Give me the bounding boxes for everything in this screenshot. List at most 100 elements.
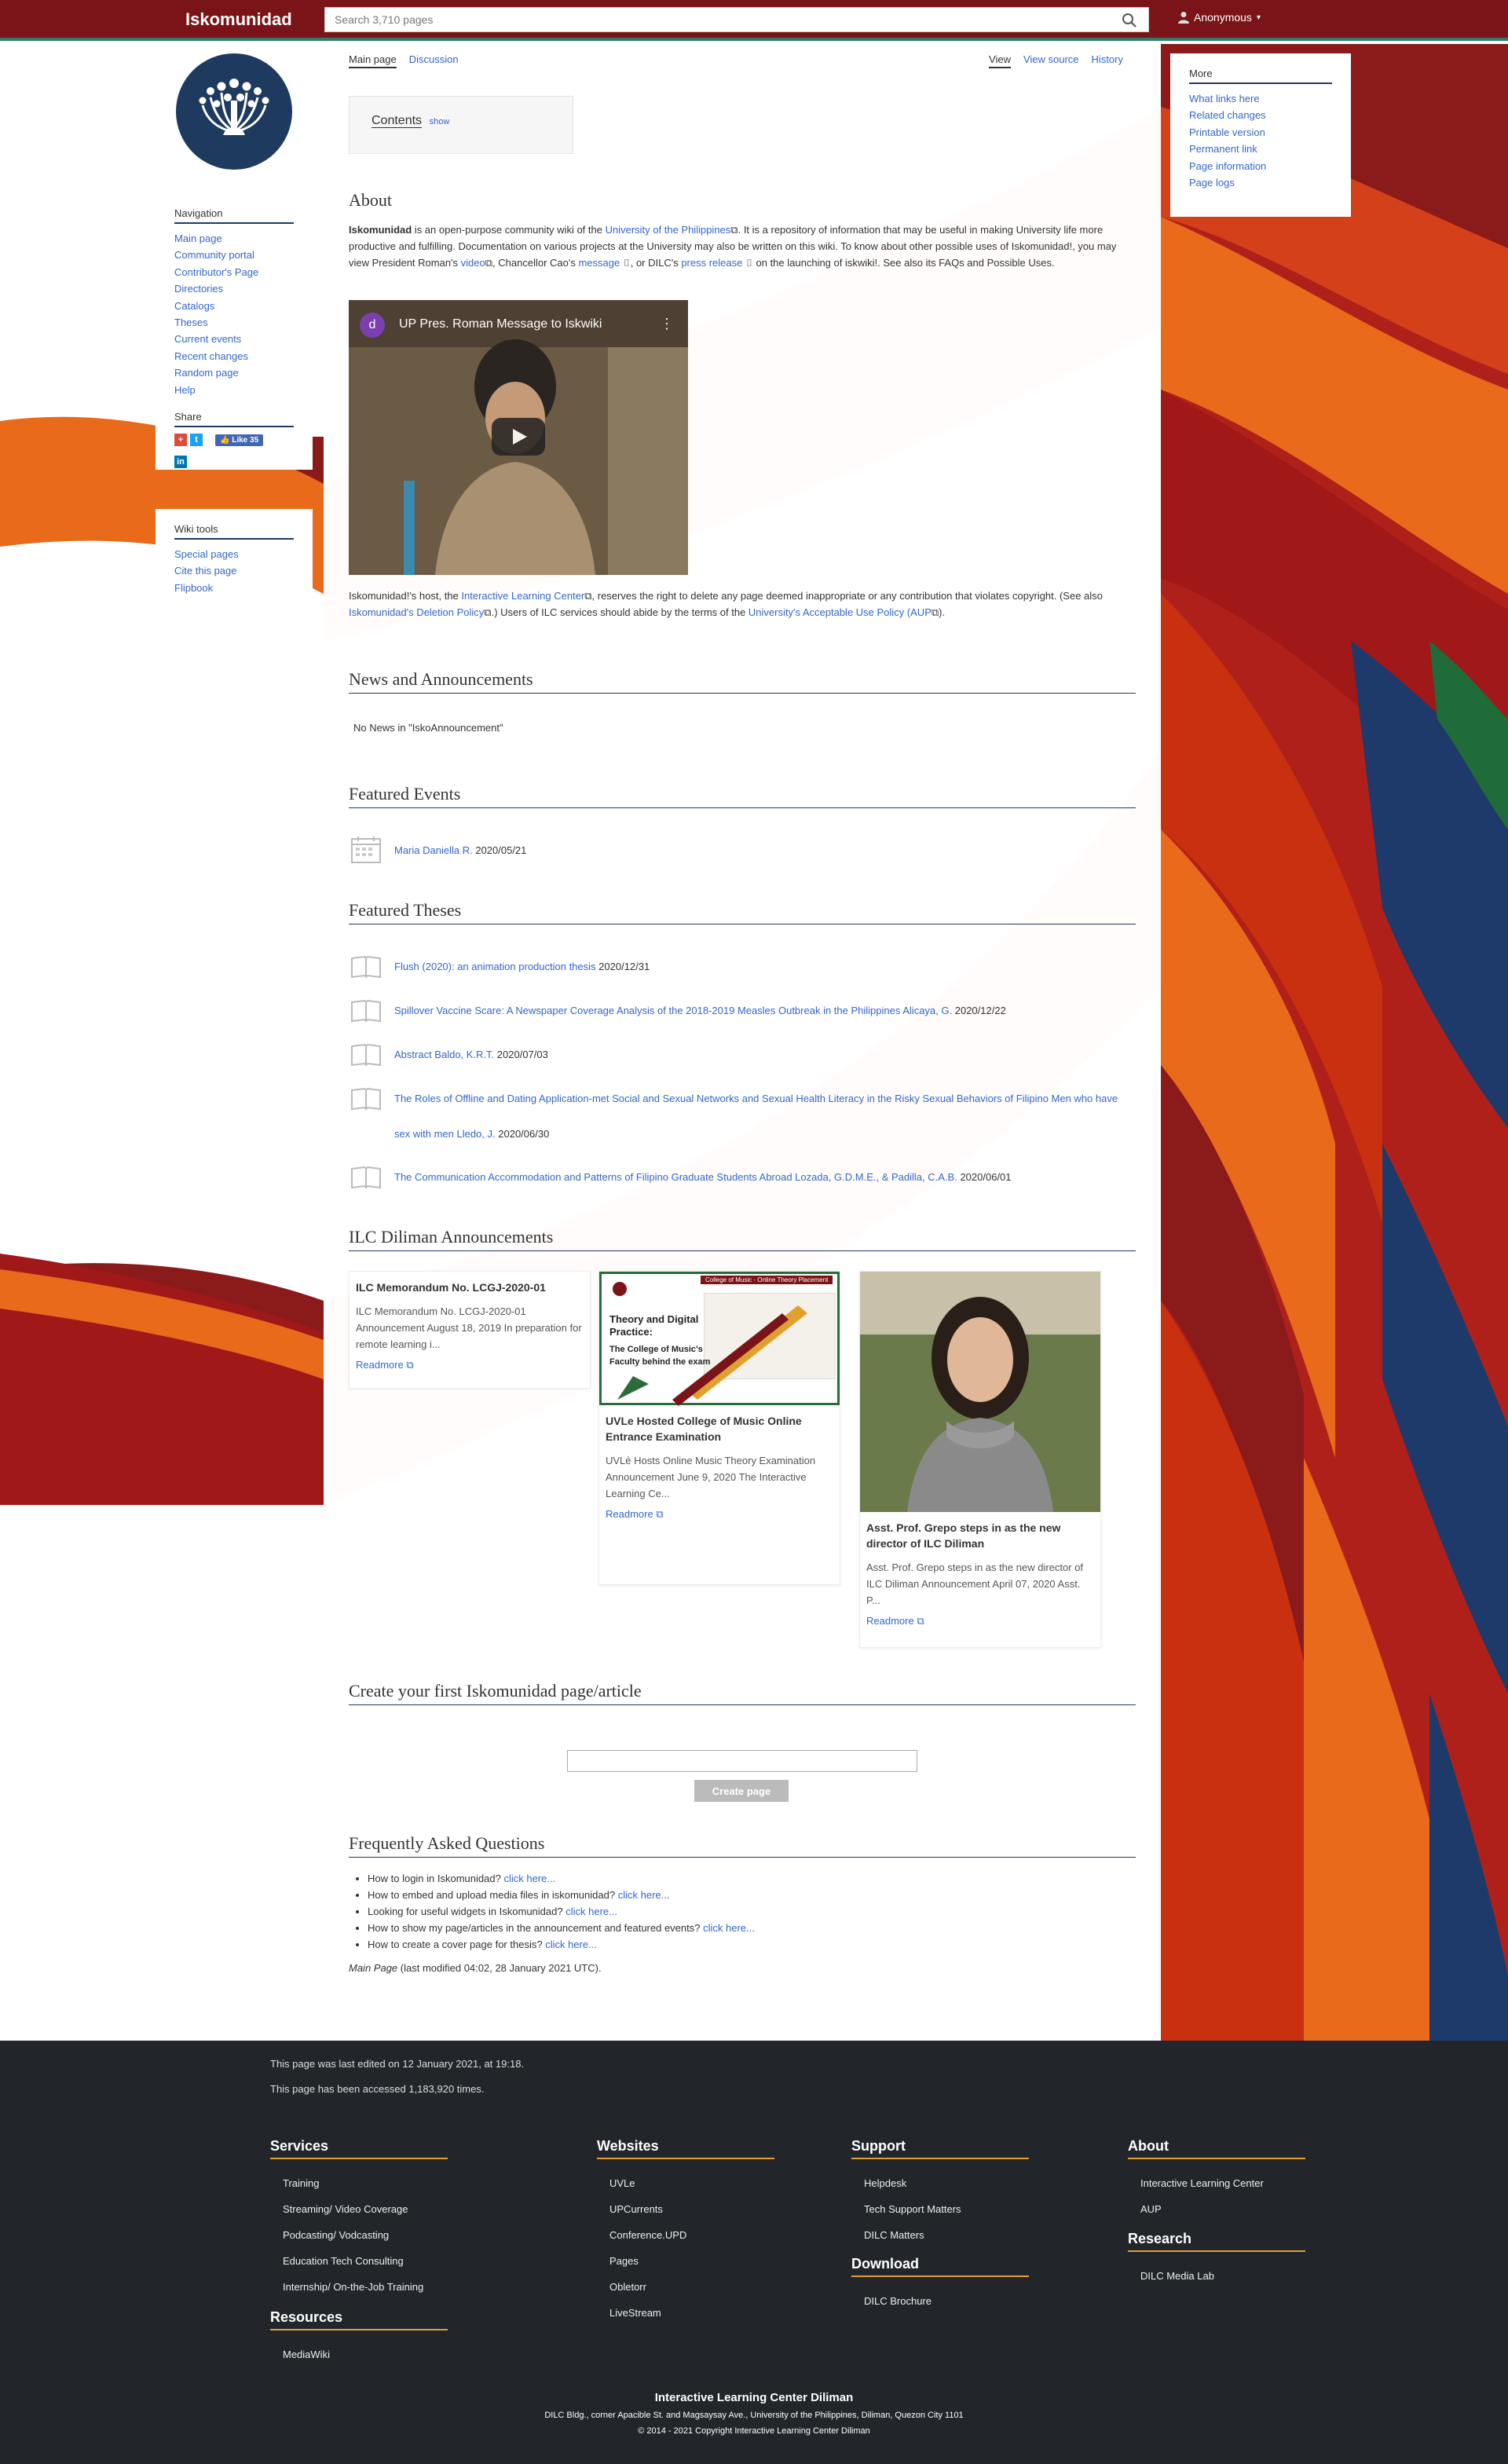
more-permanent-link[interactable]: Permanent link <box>1189 143 1257 155</box>
nav-item-catalogs[interactable]: Catalogs <box>174 300 214 312</box>
nav-item-contributors-page[interactable]: Contributor's Page <box>174 266 258 278</box>
footer-link[interactable]: AUP <box>1140 2196 1305 2222</box>
google-plus-icon[interactable]: + <box>174 434 187 447</box>
tool-special-pages[interactable]: Special pages <box>174 548 239 560</box>
nav-item-directories[interactable]: Directories <box>174 283 223 295</box>
video-player[interactable]: d UP Pres. Roman Message to Iskwiki ⋮ <box>349 300 688 575</box>
facebook-like-button[interactable]: 👍 Like 35 <box>215 434 264 446</box>
footer-link[interactable]: DILC Media Lab <box>1140 2263 1305 2289</box>
link-university-of-the-philippines[interactable]: University of the Philippines <box>606 224 731 236</box>
announcement-image[interactable]: College of Music · Online Theory Placeme… <box>599 1272 840 1406</box>
thesis-title[interactable]: Flush (2020): an animation production th… <box>394 961 596 972</box>
tab-history[interactable]: History <box>1092 53 1123 68</box>
footer-link[interactable]: Podcasting/ Vodcasting <box>283 2222 448 2248</box>
tab-discussion[interactable]: Discussion <box>409 53 459 68</box>
readmore-link[interactable]: Readmore ⧉ <box>606 1508 833 1521</box>
tab-view-source[interactable]: View source <box>1023 53 1079 68</box>
announcement-title[interactable]: UVLe Hosted College of Music Online Entr… <box>606 1413 833 1444</box>
external-link-icon: ⧉ <box>484 606 492 618</box>
top-bar: Iskomunidad Anonymous ▾ <box>0 0 1508 41</box>
twitter-icon[interactable]: t <box>190 434 203 447</box>
more-page-information[interactable]: Page information <box>1189 160 1266 172</box>
search-icon[interactable] <box>1122 13 1137 28</box>
nav-item-theses[interactable]: Theses <box>174 317 208 328</box>
last-modified-text: (last modified 04:02, 28 January 2021 UT… <box>397 1962 602 1974</box>
footer-link[interactable]: Interactive Learning Center <box>1140 2170 1305 2196</box>
footer-link[interactable]: Conference.UPD <box>609 2222 774 2248</box>
link-interactive-learning-center[interactable]: Interactive Learning Center <box>461 590 584 602</box>
link-message[interactable]: message <box>578 257 620 269</box>
faq-link[interactable]: click here... <box>503 1873 555 1884</box>
site-title[interactable]: Iskomunidad <box>185 9 292 30</box>
more-related-changes[interactable]: Related changes <box>1189 109 1266 121</box>
thesis-title[interactable]: Spillover Vaccine Scare: A Newspaper Cov… <box>394 1005 952 1016</box>
readmore-link[interactable]: Readmore ⧉ <box>356 1359 584 1371</box>
thesis-title[interactable]: The Communication Accommodation and Patt… <box>394 1171 957 1183</box>
about-text-5: on the launching of iskwiki!. See also i… <box>752 257 1055 269</box>
announcement-title[interactable]: ILC Memorandum No. LCGJ-2020-01 <box>356 1280 584 1295</box>
create-page-input[interactable] <box>567 1750 917 1772</box>
footer-link[interactable]: DILC Matters <box>864 2222 1029 2248</box>
announcement-title[interactable]: Asst. Prof. Grepo steps in as the new di… <box>866 1520 1094 1551</box>
link-video[interactable]: video <box>461 257 485 269</box>
channel-avatar[interactable]: d <box>360 313 385 338</box>
user-menu[interactable]: Anonymous ▾ <box>1178 11 1261 24</box>
footer-link[interactable]: Training <box>283 2170 448 2196</box>
footer-link[interactable]: Tech Support Matters <box>864 2196 1029 2222</box>
more-heading: More <box>1189 68 1332 84</box>
site-logo[interactable] <box>176 53 292 170</box>
image-headline-line: The College of Music's <box>609 1345 703 1354</box>
thesis-title[interactable]: Abstract Baldo, K.R.T. <box>394 1049 494 1060</box>
thesis-item: Spillover Vaccine Scare: A Newspaper Cov… <box>349 993 1136 1028</box>
faq-link[interactable]: click here... <box>703 1922 755 1934</box>
toc-show-toggle[interactable]: show <box>430 117 450 126</box>
tab-main-page[interactable]: Main page <box>349 53 397 68</box>
more-page-logs[interactable]: Page logs <box>1189 177 1235 189</box>
nav-item-main-page[interactable]: Main page <box>174 232 222 244</box>
nav-item-current-events[interactable]: Current events <box>174 333 241 345</box>
footer-link[interactable]: MediaWiki <box>283 2341 448 2367</box>
tab-view[interactable]: View <box>989 53 1011 68</box>
play-button[interactable] <box>492 418 545 456</box>
link-press-release[interactable]: press release <box>681 257 742 269</box>
faq-link[interactable]: click here... <box>566 1906 617 1917</box>
nav-item-help[interactable]: Help <box>174 384 196 396</box>
link-acceptable-use-policy[interactable]: University's Acceptable Use Policy (AUP <box>749 606 932 618</box>
footer-link[interactable]: Education Tech Consulting <box>283 2248 448 2274</box>
footer-link[interactable]: Internship/ On-the-Job Training <box>283 2274 448 2300</box>
footer-link[interactable]: Streaming/ Video Coverage <box>283 2196 448 2222</box>
faq-item: How to embed and upload media files in i… <box>368 1887 1136 1903</box>
nav-item-random-page[interactable]: Random page <box>174 367 239 379</box>
chevron-down-icon: ▾ <box>1256 13 1261 22</box>
faq-item: Looking for useful widgets in Iskomunida… <box>368 1903 1136 1920</box>
like-count: Like 35 <box>232 435 259 445</box>
footer-link[interactable]: Pages <box>609 2248 774 2274</box>
tool-flipbook[interactable]: Flipbook <box>174 582 213 594</box>
announcement-photo[interactable] <box>860 1272 1100 1512</box>
footer-link[interactable]: UPCurrents <box>609 2196 774 2222</box>
video-title[interactable]: UP Pres. Roman Message to Iskwiki <box>399 317 602 331</box>
thesis-item: The Roles of Offline and Dating Applicat… <box>349 1081 1136 1151</box>
search-input[interactable] <box>335 8 1104 31</box>
footer-link[interactable]: DILC Brochure <box>864 2288 1029 2314</box>
nav-item-community-portal[interactable]: Community portal <box>174 249 254 261</box>
link-deletion-policy[interactable]: Iskomunidad's Deletion Policy <box>349 606 484 618</box>
faq-link[interactable]: click here... <box>545 1939 597 1950</box>
about-site-name: Iskomunidad <box>349 224 412 236</box>
event-title[interactable]: Maria Daniella R. <box>394 844 473 856</box>
more-printable-version[interactable]: Printable version <box>1189 126 1265 138</box>
create-page-button[interactable]: Create page <box>694 1780 789 1802</box>
more-options-icon[interactable]: ⋮ <box>660 316 674 332</box>
linkedin-icon[interactable]: in <box>174 456 187 469</box>
footer-link[interactable]: LiveStream <box>609 2300 774 2326</box>
nav-item-recent-changes[interactable]: Recent changes <box>174 350 248 362</box>
tool-cite-this-page[interactable]: Cite this page <box>174 565 237 577</box>
more-what-links-here[interactable]: What links here <box>1189 93 1260 104</box>
footer-link[interactable]: UVLe <box>609 2170 774 2196</box>
external-link-icon: ⧉ <box>584 590 592 602</box>
faq-item: How to show my page/articles in the anno… <box>368 1920 1136 1936</box>
faq-link[interactable]: click here... <box>618 1889 670 1901</box>
readmore-link[interactable]: Readmore ⧉ <box>866 1615 1094 1627</box>
footer-link[interactable]: Helpdesk <box>864 2170 1029 2196</box>
footer-link[interactable]: Obletorr <box>609 2274 774 2300</box>
